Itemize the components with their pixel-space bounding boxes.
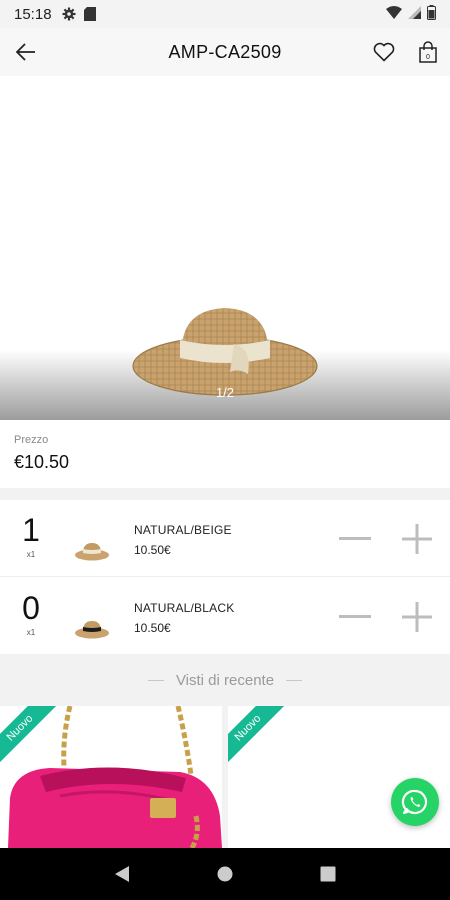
- back-button[interactable]: [0, 28, 52, 76]
- recent-product-card[interactable]: Nuovo: [228, 706, 450, 848]
- increase-quantity-button[interactable]: [398, 598, 436, 636]
- variant-row: 0 x1 NATURAL/BLACK 10.50€: [0, 578, 450, 655]
- nav-back-button[interactable]: [97, 854, 147, 894]
- square-recents-icon: [320, 866, 336, 882]
- quantity-display: 0 x1: [14, 590, 48, 637]
- quantity-unit: x1: [26, 550, 36, 559]
- shopping-bag-icon: 0: [419, 41, 437, 63]
- app-bar: AMP-CA2509 0: [0, 28, 450, 76]
- variant-thumbnail: [75, 543, 109, 561]
- quantity-unit: x1: [26, 628, 36, 637]
- wifi-icon: [386, 5, 402, 23]
- quantity-display: 1 x1: [14, 512, 48, 559]
- variant-name: NATURAL/BEIGE: [134, 523, 232, 537]
- quantity-value: 0: [22, 590, 40, 626]
- recently-viewed-list: Nuovo Nuovo: [0, 706, 450, 848]
- battery-icon: [427, 4, 436, 24]
- variant-name: NATURAL/BLACK: [134, 601, 235, 615]
- price-section: Prezzo €10.50: [0, 420, 450, 488]
- cart-count: 0: [426, 54, 430, 61]
- plus-icon: [402, 602, 432, 632]
- whatsapp-button[interactable]: [391, 778, 439, 826]
- increase-quantity-button[interactable]: [398, 520, 436, 558]
- whatsapp-icon: [401, 789, 428, 815]
- divider-line: [286, 679, 303, 681]
- minus-icon: [339, 615, 371, 618]
- new-badge: Nuovo: [228, 706, 291, 771]
- price-value: €10.50: [14, 452, 70, 472]
- variant-row: 1 x1 NATURAL/BEIGE 10.50€: [0, 500, 450, 577]
- recent-product-card[interactable]: Nuovo: [0, 706, 222, 848]
- price-label: Prezzo: [14, 434, 49, 446]
- nav-home-button[interactable]: [200, 854, 250, 894]
- decrease-quantity-button[interactable]: [336, 600, 374, 634]
- settings-icon: [62, 7, 76, 21]
- recently-viewed-title: Visti di recente: [175, 671, 275, 689]
- heart-icon: [373, 42, 395, 62]
- signal-icon: [408, 5, 421, 23]
- sd-card-icon: [83, 7, 96, 21]
- cart-button[interactable]: 0: [406, 28, 450, 76]
- triangle-back-icon: [114, 866, 129, 882]
- straw-hat-image: [132, 308, 318, 396]
- status-time: 15:18: [14, 5, 52, 23]
- variant-price: 10.50€: [134, 543, 171, 557]
- plus-icon: [402, 524, 432, 554]
- divider-line: [147, 679, 164, 681]
- product-image-gallery[interactable]: 1/2: [0, 76, 450, 420]
- wishlist-button[interactable]: [362, 28, 406, 76]
- recently-viewed-header: Visti di recente: [0, 654, 450, 706]
- variant-thumbnail: [75, 621, 109, 639]
- variant-price: 10.50€: [134, 621, 171, 635]
- gallery-pager: 1/2: [215, 385, 235, 400]
- system-navigation-bar: [0, 848, 450, 900]
- decrease-quantity-button[interactable]: [336, 522, 374, 556]
- status-bar: 15:18: [0, 0, 450, 28]
- section-divider: [0, 488, 450, 500]
- quantity-value: 1: [22, 512, 40, 548]
- nav-recents-button[interactable]: [303, 854, 353, 894]
- circle-home-icon: [217, 866, 233, 882]
- arrow-left-icon: [16, 43, 35, 61]
- minus-icon: [339, 537, 371, 540]
